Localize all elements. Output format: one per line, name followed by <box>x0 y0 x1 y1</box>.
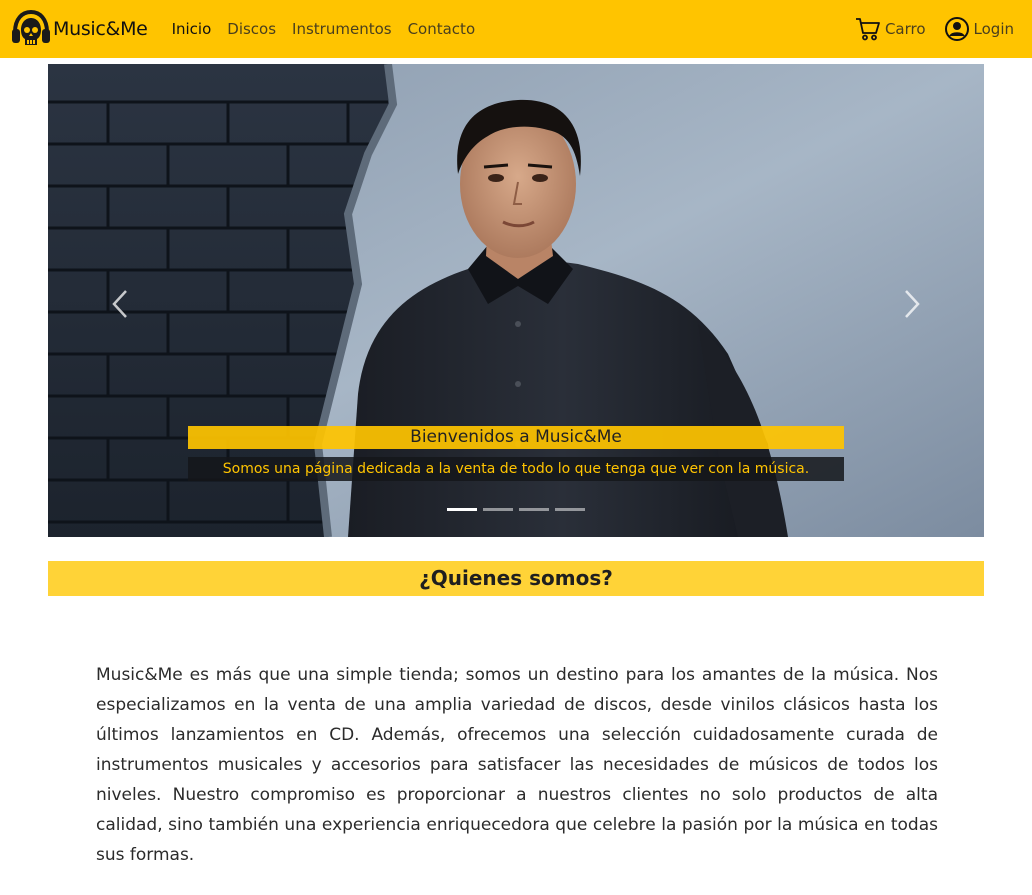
carousel-indicator-4[interactable] <box>555 508 585 511</box>
carousel-indicator-1[interactable] <box>447 508 477 511</box>
cart-link[interactable]: Carro <box>855 16 926 42</box>
about-section-title: ¿Quienes somos? <box>48 561 984 596</box>
carousel-next-button[interactable] <box>892 284 932 324</box>
navbar: Music&Me Inicio Discos Instrumentos Cont… <box>0 0 1032 58</box>
brand-link[interactable]: Music&Me <box>10 8 148 50</box>
chevron-right-icon <box>905 290 920 318</box>
carousel-caption-title: Bienvenidos a Music&Me <box>188 426 844 449</box>
nav-link-instrumentos[interactable]: Instrumentos <box>292 20 392 38</box>
carousel-indicator-2[interactable] <box>483 508 513 511</box>
login-label: Login <box>973 20 1014 38</box>
brand-name: Music&Me <box>53 18 148 40</box>
cart-label: Carro <box>884 20 926 38</box>
carousel-caption-text: Somos una página dedicada a la venta de … <box>188 457 844 481</box>
user-circle-icon <box>944 17 969 41</box>
nav-links: Inicio Discos Instrumentos Contacto <box>172 20 492 38</box>
about-text: Music&Me es más que una simple tienda; s… <box>96 665 938 865</box>
nav-right: Carro Login <box>837 0 1014 58</box>
chevron-left-icon <box>112 290 127 318</box>
nav-link-discos[interactable]: Discos <box>227 20 276 38</box>
login-link[interactable]: Login <box>944 16 1014 42</box>
hero-carousel[interactable]: Bienvenidos a Music&Me Somos una página … <box>48 64 984 537</box>
skull-headphones-icon <box>12 9 50 45</box>
nav-link-contacto[interactable]: Contacto <box>408 20 476 38</box>
carousel-indicator-3[interactable] <box>519 508 549 511</box>
carousel-prev-button[interactable] <box>100 284 140 324</box>
carousel-indicators <box>447 508 591 511</box>
nav-link-inicio[interactable]: Inicio <box>172 20 212 38</box>
cart-icon <box>855 18 880 41</box>
